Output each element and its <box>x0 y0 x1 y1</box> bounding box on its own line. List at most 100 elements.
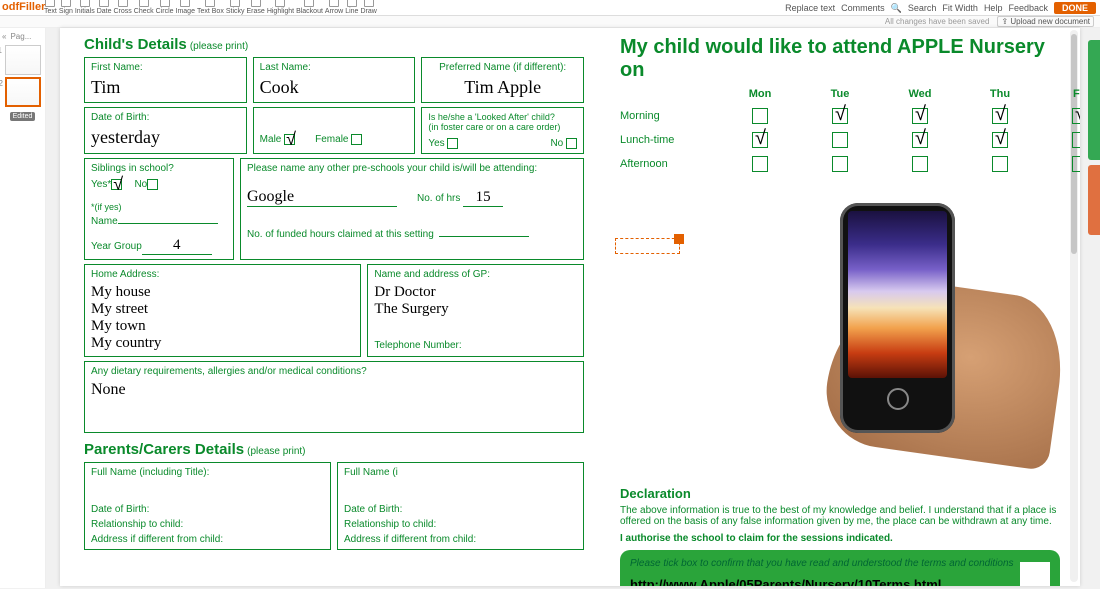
attend-afternoon-thu[interactable] <box>992 156 1008 172</box>
tool-label: Erase <box>247 8 265 15</box>
terms-checkbox[interactable] <box>1020 562 1050 586</box>
attend-lunch-time-wed[interactable] <box>912 132 928 148</box>
gp-box[interactable]: Name and address of GP: Dr Doctor The Su… <box>367 264 584 357</box>
right-rail-tab-green[interactable] <box>1088 40 1100 160</box>
home-address-label: Home Address: <box>91 269 354 280</box>
tool-cross[interactable]: Cross <box>114 0 132 15</box>
tool-icon <box>275 0 285 7</box>
attend-afternoon-tue[interactable] <box>832 156 848 172</box>
tool-blackout[interactable]: Blackout <box>296 0 323 15</box>
search-icon[interactable]: 🔍 <box>891 3 902 14</box>
thumb-page-2[interactable]: 2 <box>5 77 41 107</box>
top-toolbar: odfFiller TextSignInitialsDateCrossCheck… <box>0 0 1100 16</box>
selection-handle-icon[interactable] <box>674 234 684 244</box>
day-header-thu: Thu <box>960 88 1040 100</box>
siblings-box[interactable]: Siblings in school? Yes* No *(if yes) Na… <box>84 158 234 260</box>
first-name-box[interactable]: First Name: Tim <box>84 57 247 103</box>
looked-yes-checkbox[interactable] <box>447 138 458 149</box>
attend-morning-wed[interactable] <box>912 108 928 124</box>
male-checkbox[interactable] <box>284 134 295 145</box>
attend-lunch-time-mon[interactable] <box>752 132 768 148</box>
day-header-mon: Mon <box>720 88 800 100</box>
tool-check[interactable]: Check <box>134 0 154 15</box>
tool-highlight[interactable]: Highlight <box>267 0 294 15</box>
dietary-box[interactable]: Any dietary requirements, allergies and/… <box>84 361 584 433</box>
row-label-morning: Morning <box>620 110 720 122</box>
siblings-no-checkbox[interactable] <box>147 179 158 190</box>
last-name-box[interactable]: Last Name: Cook <box>253 57 416 103</box>
tool-sticky[interactable]: Sticky <box>226 0 245 15</box>
tool-icon <box>230 0 240 7</box>
attend-lunch-time-thu[interactable] <box>992 132 1008 148</box>
terms-url-link[interactable]: http://www.Apple/05Parents/Nursery/10Ter… <box>630 577 1050 586</box>
attend-lunch-time-tue[interactable] <box>832 132 848 148</box>
upload-new-doc-button[interactable]: ⇪ Upload new document <box>997 16 1094 27</box>
tool-icon <box>139 0 149 7</box>
looked-no-label: No <box>550 138 563 149</box>
declaration-section: Declaration The above information is tru… <box>620 486 1060 586</box>
home-address-box[interactable]: Home Address: My house My street My town… <box>84 264 361 357</box>
document-page: Child's Details (please print) First Nam… <box>60 28 1080 586</box>
siblings-yes-checkbox[interactable] <box>111 179 122 190</box>
p2-addr-label: Address if different from child: <box>344 534 577 545</box>
pref-name-value: Tim Apple <box>428 77 577 98</box>
selection-outline[interactable] <box>615 238 680 254</box>
tool-label: Cross <box>114 8 132 15</box>
preschool-box[interactable]: Please name any other pre-schools your c… <box>240 158 584 260</box>
funded-label: No. of funded hours claimed at this sett… <box>247 229 434 240</box>
tool-line[interactable]: Line <box>345 0 358 15</box>
tool-erase[interactable]: Erase <box>247 0 265 15</box>
tool-text[interactable]: Text <box>44 0 57 15</box>
tool-arrow[interactable]: Arrow <box>325 0 343 15</box>
tool-label: Draw <box>360 8 376 15</box>
dob-label: Date of Birth: <box>91 112 240 123</box>
tool-circle[interactable]: Circle <box>156 0 174 15</box>
parents-sub: (please print) <box>247 446 305 457</box>
thumb-page-1[interactable]: 1 <box>5 45 41 75</box>
attend-lunch-time-fri[interactable] <box>1072 132 1080 148</box>
female-checkbox[interactable] <box>351 134 362 145</box>
tool-date[interactable]: Date <box>97 0 112 15</box>
attend-morning-fri[interactable] <box>1072 108 1080 124</box>
dob-box[interactable]: Date of Birth: yesterday <box>84 107 247 154</box>
feedback-link[interactable]: Feedback <box>1008 3 1048 13</box>
authorise-text: I authorise the school to claim for the … <box>620 533 1060 544</box>
comments-link[interactable]: Comments <box>841 3 885 13</box>
parent1-box[interactable]: Full Name (including Title): Date of Bir… <box>84 462 331 550</box>
tool-label: Text Box <box>197 8 224 15</box>
attend-afternoon-mon[interactable] <box>752 156 768 172</box>
prev-page-icon[interactable]: « <box>2 32 6 41</box>
tick-box-text: Please tick box to confirm that you have… <box>630 558 1050 569</box>
pref-name-box[interactable]: Preferred Name (if different): Tim Apple <box>421 57 584 103</box>
tool-label: Line <box>345 8 358 15</box>
help-link[interactable]: Help <box>984 3 1003 13</box>
tool-icon <box>160 0 170 7</box>
tool-initials[interactable]: Initials <box>75 0 95 15</box>
tool-text-box[interactable]: Text Box <box>197 0 224 15</box>
attend-afternoon-wed[interactable] <box>912 156 928 172</box>
section-parents: Parents/Carers Details (please print) <box>84 441 584 458</box>
attend-morning-mon[interactable] <box>752 108 768 124</box>
attend-morning-thu[interactable] <box>992 108 1008 124</box>
tool-label: Date <box>97 8 112 15</box>
looked-after-box[interactable]: Is he/she a 'Looked After' child? (in fo… <box>421 107 584 154</box>
tool-image[interactable]: Image <box>176 0 195 15</box>
right-rail-tab-orange[interactable] <box>1088 165 1100 235</box>
home-l3: My town <box>91 318 354 335</box>
search-link[interactable]: Search <box>908 3 937 13</box>
done-button[interactable]: DONE <box>1054 2 1096 14</box>
parent2-box[interactable]: Full Name (i Date of Birth: Relationship… <box>337 462 584 550</box>
tool-draw[interactable]: Draw <box>360 0 376 15</box>
replace-text-link[interactable]: Replace text <box>785 3 835 13</box>
dob-value: yesterday <box>91 127 240 148</box>
attend-afternoon-fri[interactable] <box>1072 156 1080 172</box>
fit-width-link[interactable]: Fit Width <box>942 3 978 13</box>
first-name-value: Tim <box>91 77 240 98</box>
tool-sign[interactable]: Sign <box>59 0 73 15</box>
attend-morning-tue[interactable] <box>832 108 848 124</box>
gender-box[interactable]: Male Female <box>253 107 416 154</box>
siblings-ifyes: *(if yes) <box>91 202 227 212</box>
tool-icon <box>80 0 90 7</box>
page-thumbnail-sidebar: « Pag... 1 2 Edited <box>0 28 46 588</box>
looked-no-checkbox[interactable] <box>566 138 577 149</box>
